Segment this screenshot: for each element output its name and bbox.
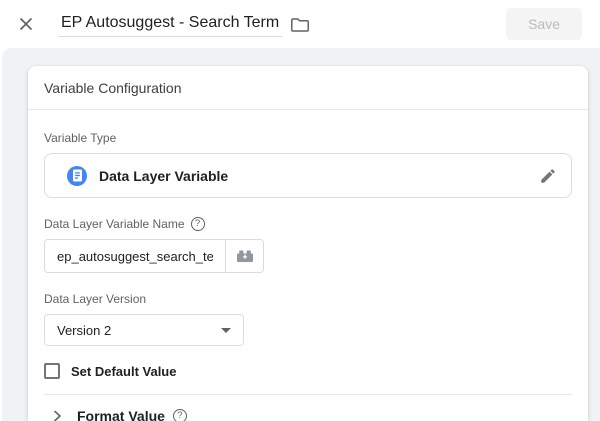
variable-name-label: Data Layer Variable Name ? (44, 217, 572, 231)
version-select[interactable]: Version 2 (44, 314, 244, 346)
variable-picker-button[interactable] (225, 240, 263, 272)
help-icon[interactable]: ? (190, 217, 205, 231)
save-button[interactable]: Save (506, 8, 582, 40)
version-label-text: Data Layer Version (44, 292, 147, 306)
variable-type-value: Data Layer Variable (99, 167, 229, 184)
close-icon (18, 16, 34, 32)
version-selected-value: Version 2 (57, 322, 112, 338)
variable-type-box[interactable]: Data Layer Variable (44, 153, 572, 198)
variable-name-label-text: Data Layer Variable Name (44, 217, 185, 231)
variable-title-input[interactable]: EP Autosuggest - Search Term (58, 11, 283, 38)
variable-type-label-text: Variable Type (44, 131, 117, 145)
variable-title-group: EP Autosuggest - Search Term (58, 11, 310, 38)
variable-name-input-group (44, 239, 264, 273)
edit-variable-type-button[interactable] (539, 167, 557, 185)
brick-plus-icon (235, 248, 255, 264)
folder-icon (291, 17, 310, 32)
format-value-label: Format Value (77, 408, 165, 421)
set-default-value-checkbox[interactable] (44, 363, 60, 379)
card-body: Variable Type Data Layer Variable Data L… (28, 110, 588, 421)
help-icon[interactable]: ? (172, 409, 187, 421)
format-value-row[interactable]: Format Value ? (44, 395, 572, 421)
close-button[interactable] (14, 12, 38, 36)
set-default-value-label: Set Default Value (71, 363, 177, 379)
variable-name-input[interactable] (45, 240, 225, 272)
variable-type-label: Variable Type (44, 131, 572, 145)
card-title: Variable Configuration (28, 66, 588, 110)
top-bar: EP Autosuggest - Search Term Save (0, 0, 600, 48)
pencil-icon (539, 167, 557, 185)
set-default-value-row[interactable]: Set Default Value (44, 363, 572, 379)
workspace: Variable Configuration Variable Type Dat… (2, 48, 600, 421)
variable-configuration-card: Variable Configuration Variable Type Dat… (28, 66, 588, 421)
caret-down-icon (221, 327, 231, 333)
data-layer-variable-icon (67, 165, 87, 186)
chevron-right-icon (51, 410, 63, 421)
version-label: Data Layer Version (44, 292, 572, 306)
folder-button[interactable] (291, 17, 310, 32)
